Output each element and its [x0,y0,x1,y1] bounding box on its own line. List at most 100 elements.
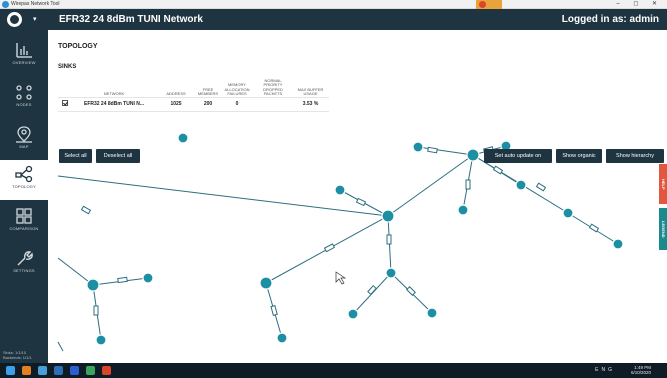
row-checkbox-cell[interactable] [58,96,72,112]
app-header: ▾ EFR32 24 8dBm TUNI Network Logged in a… [0,9,667,30]
graph-node[interactable] [515,179,527,191]
sidebar-item-nodes[interactable]: NODES [0,78,48,118]
window-title: Wirepas Network Tool [11,1,60,7]
select-all-button[interactable]: Select all [59,149,92,163]
row-checkbox[interactable] [62,100,68,106]
system-tray[interactable]: ENG [595,367,615,373]
cell-memory-failures: 0 [220,96,254,112]
sidebar-item-settings[interactable]: SETTINGS [0,244,48,284]
help-tab[interactable]: HELP [659,164,667,204]
notification-badge[interactable] [476,0,502,9]
network-title: EFR32 24 8dBm TUNI Network [59,14,203,25]
graph-node[interactable] [334,184,346,196]
notification-dot-icon [479,1,486,8]
cell-max-buffer: 3.53 % [292,96,329,112]
table-header-select [58,77,72,97]
backends-count: Backends: 1/1/1 [3,355,32,360]
taskbar-app-icon[interactable] [22,366,31,375]
graph-node[interactable] [142,272,154,284]
link-marker [465,179,471,190]
sidebar: OVERVIEW NODES MAP TOPOLOGY COMPARISON S… [0,30,48,363]
wrench-icon [17,251,33,266]
graph-node[interactable] [466,148,480,162]
table-header-address: ADDRESS [166,91,186,96]
graph-node[interactable] [612,238,624,250]
graph-node[interactable] [347,308,359,320]
legend-tab[interactable]: LEGEND [659,208,667,250]
sidebar-item-overview[interactable]: OVERVIEW [0,36,48,76]
table-header-network: NETWORK [103,91,125,96]
sidebar-item-label: OVERVIEW [12,60,36,65]
bar-chart-icon [16,43,32,58]
cell-free-members: 200 [196,96,220,112]
start-menu-icon[interactable] [6,366,15,375]
graph-node[interactable] [276,332,288,344]
page-title: TOPOLOGY [58,43,98,50]
topology-icon [15,165,33,183]
graph-node[interactable] [259,276,273,290]
graph-links [57,145,619,352]
sidebar-footer-stats: Sinks: 1/1/10 Backends: 1/1/1 [3,350,32,360]
sinks-table: NETWORK ADDRESS FREE MEMBERS MEMORY ALLO… [58,77,329,112]
window-controls[interactable]: – ◻ ✕ [616,0,663,9]
map-icon [16,126,32,143]
taskbar-app-icon[interactable] [54,366,63,375]
taskbar-app-icon[interactable] [102,366,111,375]
taskbar-app-icon[interactable] [70,366,79,375]
link-marker [406,286,416,296]
mouse-cursor-icon [335,271,347,285]
table-header-dropped-packets: NORMAL PRIORITY DROPPED PACKETS [263,77,283,96]
table-row[interactable]: EFR32 24 8dBm TUNI N... 1025 200 0 3.53 … [58,96,329,112]
link-marker [588,223,600,233]
graph-node[interactable] [426,307,438,319]
graph-link [57,257,94,286]
sidebar-item-label: TOPOLOGY [12,184,36,189]
taskbar-app-icon[interactable] [86,366,95,375]
link-marker [80,205,92,215]
show-hierarchy-button[interactable]: Show hierarchy [606,149,664,163]
show-organic-button[interactable]: Show organic [556,149,602,163]
table-header-free-members: FREE MEMBERS [197,86,219,96]
table-header-memory-failures: MEMORY ALLOCATION FAILURES [224,82,250,96]
sidebar-item-topology[interactable]: TOPOLOGY [0,160,48,200]
link-marker [270,305,278,316]
logged-in-status[interactable]: Logged in as: admin [562,9,659,30]
link-marker [535,182,547,192]
link-marker [492,165,504,175]
table-header-row: NETWORK ADDRESS FREE MEMBERS MEMORY ALLO… [58,77,329,97]
sidebar-item-map[interactable]: MAP [0,120,48,160]
link-marker [93,305,99,316]
graph-link [57,341,64,352]
graph-node[interactable] [562,207,574,219]
comparison-grid-icon [16,208,32,224]
graph-link-markers [80,146,600,316]
chevron-down-icon[interactable]: ▾ [33,11,37,28]
deselect-all-button[interactable]: Deselect all [96,149,140,163]
link-marker [386,234,392,245]
nodes-icon [16,85,32,100]
window-titlebar: Wirepas Network Tool – ◻ ✕ [0,0,667,9]
sidebar-item-label: NODES [16,102,32,107]
graph-node[interactable] [381,209,395,223]
graph-node[interactable] [385,267,397,279]
link-marker [427,146,438,154]
main-content: TOPOLOGY SINKS NETWORK ADDRESS FREE MEMB… [48,30,667,363]
graph-node[interactable] [86,278,100,292]
graph-node[interactable] [412,141,424,153]
graph-node[interactable] [177,132,189,144]
taskbar-clock[interactable]: 1:49 PM 6/10/2020 [631,365,651,375]
link-marker [117,276,128,284]
wirepas-logo-icon[interactable] [7,12,22,27]
taskbar-app-icon[interactable] [38,366,47,375]
sinks-section-title: SINKS [58,64,77,70]
graph-node[interactable] [95,334,107,346]
sidebar-item-comparison[interactable]: COMPARISON [0,202,48,242]
link-marker [323,243,336,253]
graph-nodes[interactable] [86,132,624,346]
cell-address: 1025 [156,96,196,112]
cell-dropped-packets [254,96,292,112]
cell-network: EFR32 24 8dBm TUNI N... [72,96,156,112]
graph-node[interactable] [457,204,469,216]
auto-update-button[interactable]: Set auto update on [484,149,552,163]
os-taskbar: ENG 1:49 PM 6/10/2020 [0,363,667,378]
